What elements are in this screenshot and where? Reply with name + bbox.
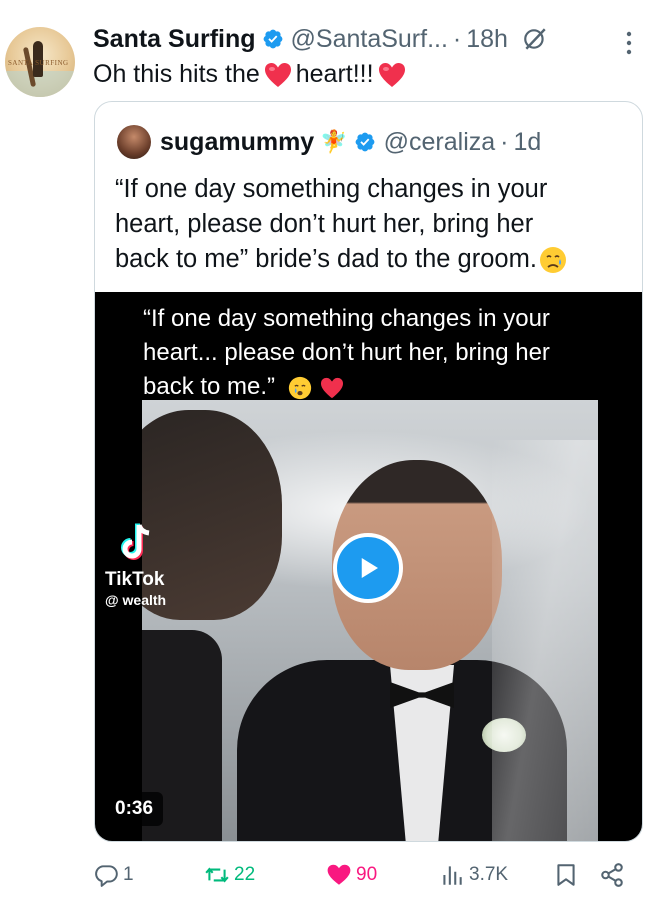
post-time[interactable]: 18h: [466, 25, 508, 54]
views-button[interactable]: 3.7K: [439, 857, 508, 893]
video-player[interactable]: “If one day something changes in your he…: [95, 292, 642, 841]
bookmark-icon: [557, 864, 575, 886]
tiktok-username: @ wealth: [105, 592, 167, 608]
separator-dot: ·: [452, 24, 462, 53]
reply-button[interactable]: 1: [93, 857, 134, 893]
verified-badge-icon: [355, 132, 375, 152]
red-heart-emoji-icon: [321, 377, 344, 398]
like-count: 90: [356, 864, 378, 885]
views-icon: [443, 866, 462, 885]
video-caption-line-last: back to me.”: [143, 370, 623, 404]
separator-dot: ·: [500, 127, 509, 156]
tiktok-watermark: TikTok @ wealth: [105, 522, 195, 608]
repost-count: 22: [234, 864, 256, 885]
post-text-part2: heart!!!: [295, 60, 374, 88]
more-options-icon[interactable]: [622, 28, 636, 58]
quoted-text-line-last: back to me” bride’s dad to the groom.: [115, 242, 630, 277]
like-button[interactable]: 90: [326, 857, 377, 893]
post-header: Santa Surfing @SantaSurf... · 18h: [93, 22, 548, 56]
quoted-author-handle[interactable]: @ceraliza: [384, 128, 496, 157]
play-button[interactable]: [333, 533, 403, 603]
author-name[interactable]: Santa Surfing: [93, 25, 256, 54]
heart-icon: [327, 864, 351, 885]
reply-count: 1: [123, 864, 134, 885]
action-bar: 1 22 90 3.7K: [93, 857, 638, 893]
play-icon: [361, 558, 378, 578]
bookmark-button[interactable]: [553, 857, 579, 893]
quoted-text-line: heart, please don’t hurt her, bring her: [115, 210, 534, 238]
post-text-part1: Oh this hits the: [93, 60, 260, 88]
avatar-logo-text: SANTA SURFING: [8, 59, 69, 67]
tiktok-logo-icon: [121, 523, 150, 560]
tiktok-name: TikTok: [105, 569, 165, 590]
quoted-text-line: “If one day something changes in your: [115, 175, 548, 203]
quoted-author-avatar[interactable]: [117, 125, 151, 159]
quoted-author-name[interactable]: sugamummy: [160, 128, 314, 157]
views-count: 3.7K: [469, 864, 509, 885]
quoted-post-text: “If one day something changes in your he…: [115, 172, 630, 277]
fairy-emoji-icon: 🧚: [320, 129, 348, 154]
crying-face-emoji-icon: [539, 247, 566, 274]
tweet[interactable]: SANTA SURFING Santa Surfing @SantaSurf..…: [0, 0, 663, 904]
crying-face-emoji-icon: [288, 376, 311, 399]
reply-icon: [95, 865, 118, 887]
author-avatar[interactable]: SANTA SURFING: [5, 27, 75, 97]
post-text: Oh this hits the heart!!!: [93, 60, 410, 89]
repost-icon: [205, 867, 229, 883]
video-duration: 0:36: [105, 792, 164, 826]
repost-button[interactable]: 22: [204, 857, 255, 893]
red-heart-emoji-icon: [264, 62, 291, 87]
grok-icon[interactable]: [522, 26, 548, 52]
verified-badge-icon: [263, 29, 282, 49]
quoted-post[interactable]: sugamummy 🧚 @ceraliza · 1d “If one day s…: [94, 101, 643, 842]
video-caption-line: heart... please don’t hurt her, bring he…: [143, 339, 550, 366]
video-thumbnail: [142, 400, 598, 841]
share-icon: [601, 863, 623, 887]
video-caption: “If one day something changes in your he…: [143, 302, 623, 404]
red-heart-emoji-icon: [378, 62, 405, 87]
author-handle[interactable]: @SantaSurf...: [291, 25, 448, 54]
video-caption-line: “If one day something changes in your: [143, 305, 550, 332]
quoted-post-header: sugamummy 🧚 @ceraliza · 1d: [117, 124, 541, 160]
quoted-post-time[interactable]: 1d: [513, 128, 541, 157]
share-button[interactable]: [599, 857, 625, 893]
